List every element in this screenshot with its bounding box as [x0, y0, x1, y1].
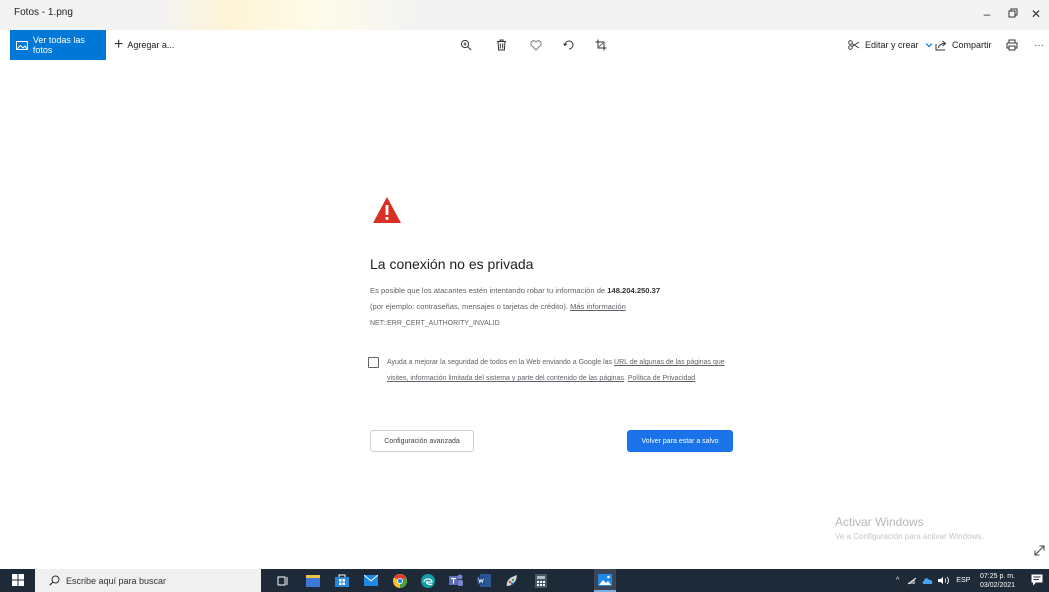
- restore-icon: [1008, 8, 1018, 18]
- task-view-icon: [277, 576, 288, 585]
- error-text-1: Es posible que los atacantes estén inten…: [370, 286, 606, 295]
- more-info-link[interactable]: Más información: [570, 302, 626, 311]
- all-photos-label: Ver todas las fotos: [32, 35, 85, 55]
- chevron-up-icon[interactable]: ^: [896, 577, 899, 584]
- error-code: NET::ERR_CERT_AUTHORITY_INVALID: [370, 320, 500, 327]
- zoom-button[interactable]: [458, 37, 474, 53]
- photos-app-window: Fotos - 1.png – ✕ Ver todas las fotos + …: [0, 0, 1049, 592]
- check-text: Ayuda a mejorar la seguridad de todos en…: [387, 359, 613, 366]
- search-icon: [49, 575, 60, 586]
- share-button[interactable]: Compartir: [935, 30, 992, 60]
- chrome-icon: [393, 573, 407, 588]
- error-description: Es posible que los atacantes estén inten…: [370, 283, 750, 315]
- print-button[interactable]: [1004, 37, 1020, 53]
- windows-start-icon[interactable]: [12, 574, 24, 586]
- taskbar-clock[interactable]: 07:25 p. m. 03/02/2021: [980, 572, 1015, 590]
- taskbar-app-photos[interactable]: [594, 569, 616, 592]
- volume-icon[interactable]: [938, 576, 950, 585]
- calculator-icon: [535, 573, 547, 588]
- taskbar-app-edge[interactable]: [420, 573, 436, 588]
- window-title: Fotos - 1.png: [14, 7, 73, 18]
- maximize-button[interactable]: [1001, 4, 1025, 24]
- improve-security-checkbox[interactable]: [368, 357, 379, 368]
- favorite-button[interactable]: [528, 37, 544, 53]
- edit-create-button[interactable]: Editar y crear: [848, 30, 933, 60]
- privacy-link[interactable]: Política de Privacidad: [628, 375, 695, 382]
- onedrive-icon[interactable]: [922, 577, 933, 584]
- photo-icon: [16, 40, 28, 50]
- share-icon: [935, 40, 947, 50]
- system-tray: ^ ESP: [896, 569, 970, 592]
- title-bar: Fotos - 1.png – ✕: [0, 0, 1049, 30]
- share-label: Compartir: [952, 40, 992, 50]
- word-icon: [477, 574, 491, 587]
- warning-icon: [373, 197, 401, 223]
- rotate-button[interactable]: [561, 37, 577, 53]
- photos-icon: [598, 573, 612, 586]
- search-placeholder: Escribe aquí para buscar: [66, 575, 167, 586]
- advanced-settings-button[interactable]: Configuración avanzada: [370, 430, 474, 452]
- task-view-button[interactable]: [275, 573, 291, 588]
- add-to-button[interactable]: + Agregar a...: [114, 30, 174, 60]
- add-to-label: Agregar a...: [127, 40, 175, 50]
- plus-icon: +: [114, 36, 124, 53]
- taskbar-app-teams[interactable]: [448, 573, 464, 588]
- minimize-button[interactable]: –: [975, 4, 999, 24]
- taskbar-app-mail[interactable]: [363, 573, 379, 588]
- back-to-safety-button[interactable]: Volver para estar a salvo: [627, 430, 733, 452]
- taskbar-app-chrome[interactable]: [392, 573, 408, 588]
- toolbar: Ver todas las fotos + Agregar a... Edita…: [0, 30, 1049, 60]
- language-indicator[interactable]: ESP: [956, 577, 970, 584]
- activation-title: Activar Windows: [835, 515, 924, 529]
- more-icon: ···: [1034, 39, 1044, 51]
- delete-button[interactable]: [493, 37, 509, 53]
- mail-icon: [364, 575, 378, 586]
- store-icon: [335, 574, 349, 587]
- clock-date: 03/02/2021: [980, 582, 1016, 589]
- chevron-down-icon: [925, 43, 932, 48]
- edit-create-label: Editar y crear: [865, 40, 919, 50]
- error-title: La conexión no es privada: [370, 256, 534, 272]
- taskbar-app-desktop[interactable]: [305, 573, 321, 588]
- scissors-icon: [848, 40, 860, 50]
- teams-icon: [449, 574, 463, 586]
- desktop-icon: [306, 574, 320, 587]
- heart-icon: [530, 39, 542, 51]
- crop-icon: [595, 39, 607, 51]
- taskbar-app-calculator[interactable]: [533, 573, 549, 588]
- clock-time: 07:25 p. m.: [980, 573, 1016, 580]
- zoom-in-icon: [460, 39, 472, 51]
- printer-icon: [1006, 39, 1018, 51]
- more-options-button[interactable]: ···: [1031, 37, 1047, 53]
- crop-button[interactable]: [593, 37, 609, 53]
- taskbar: Escribe aquí para buscar ^ ESP 07:25 p. …: [0, 569, 1049, 592]
- taskbar-app-store[interactable]: [334, 573, 350, 588]
- taskbar-search-box[interactable]: Escribe aquí para buscar: [35, 569, 261, 592]
- paint-icon: [506, 574, 517, 586]
- edge-icon: [421, 573, 435, 588]
- activation-subtitle: Ve a Configuración para activar Windows.: [835, 532, 984, 541]
- error-text-2: (por ejemplo: contraseñas, mensajes o ta…: [370, 302, 568, 311]
- close-button[interactable]: ✕: [1024, 4, 1048, 24]
- network-icon[interactable]: [907, 577, 917, 585]
- error-host: 148.204.250.37: [607, 286, 661, 295]
- taskbar-app-word[interactable]: [476, 573, 492, 588]
- expand-icon[interactable]: [1034, 545, 1045, 556]
- taskbar-app-paint[interactable]: [504, 573, 520, 588]
- improve-security-text: Ayuda a mejorar la seguridad de todos en…: [387, 359, 725, 382]
- trash-icon: [496, 39, 506, 51]
- notifications-icon[interactable]: [1031, 574, 1043, 586]
- improve-security-option: Ayuda a mejorar la seguridad de todos en…: [368, 355, 738, 387]
- rotate-icon: [563, 40, 574, 50]
- all-photos-button[interactable]: Ver todas las fotos: [10, 30, 106, 60]
